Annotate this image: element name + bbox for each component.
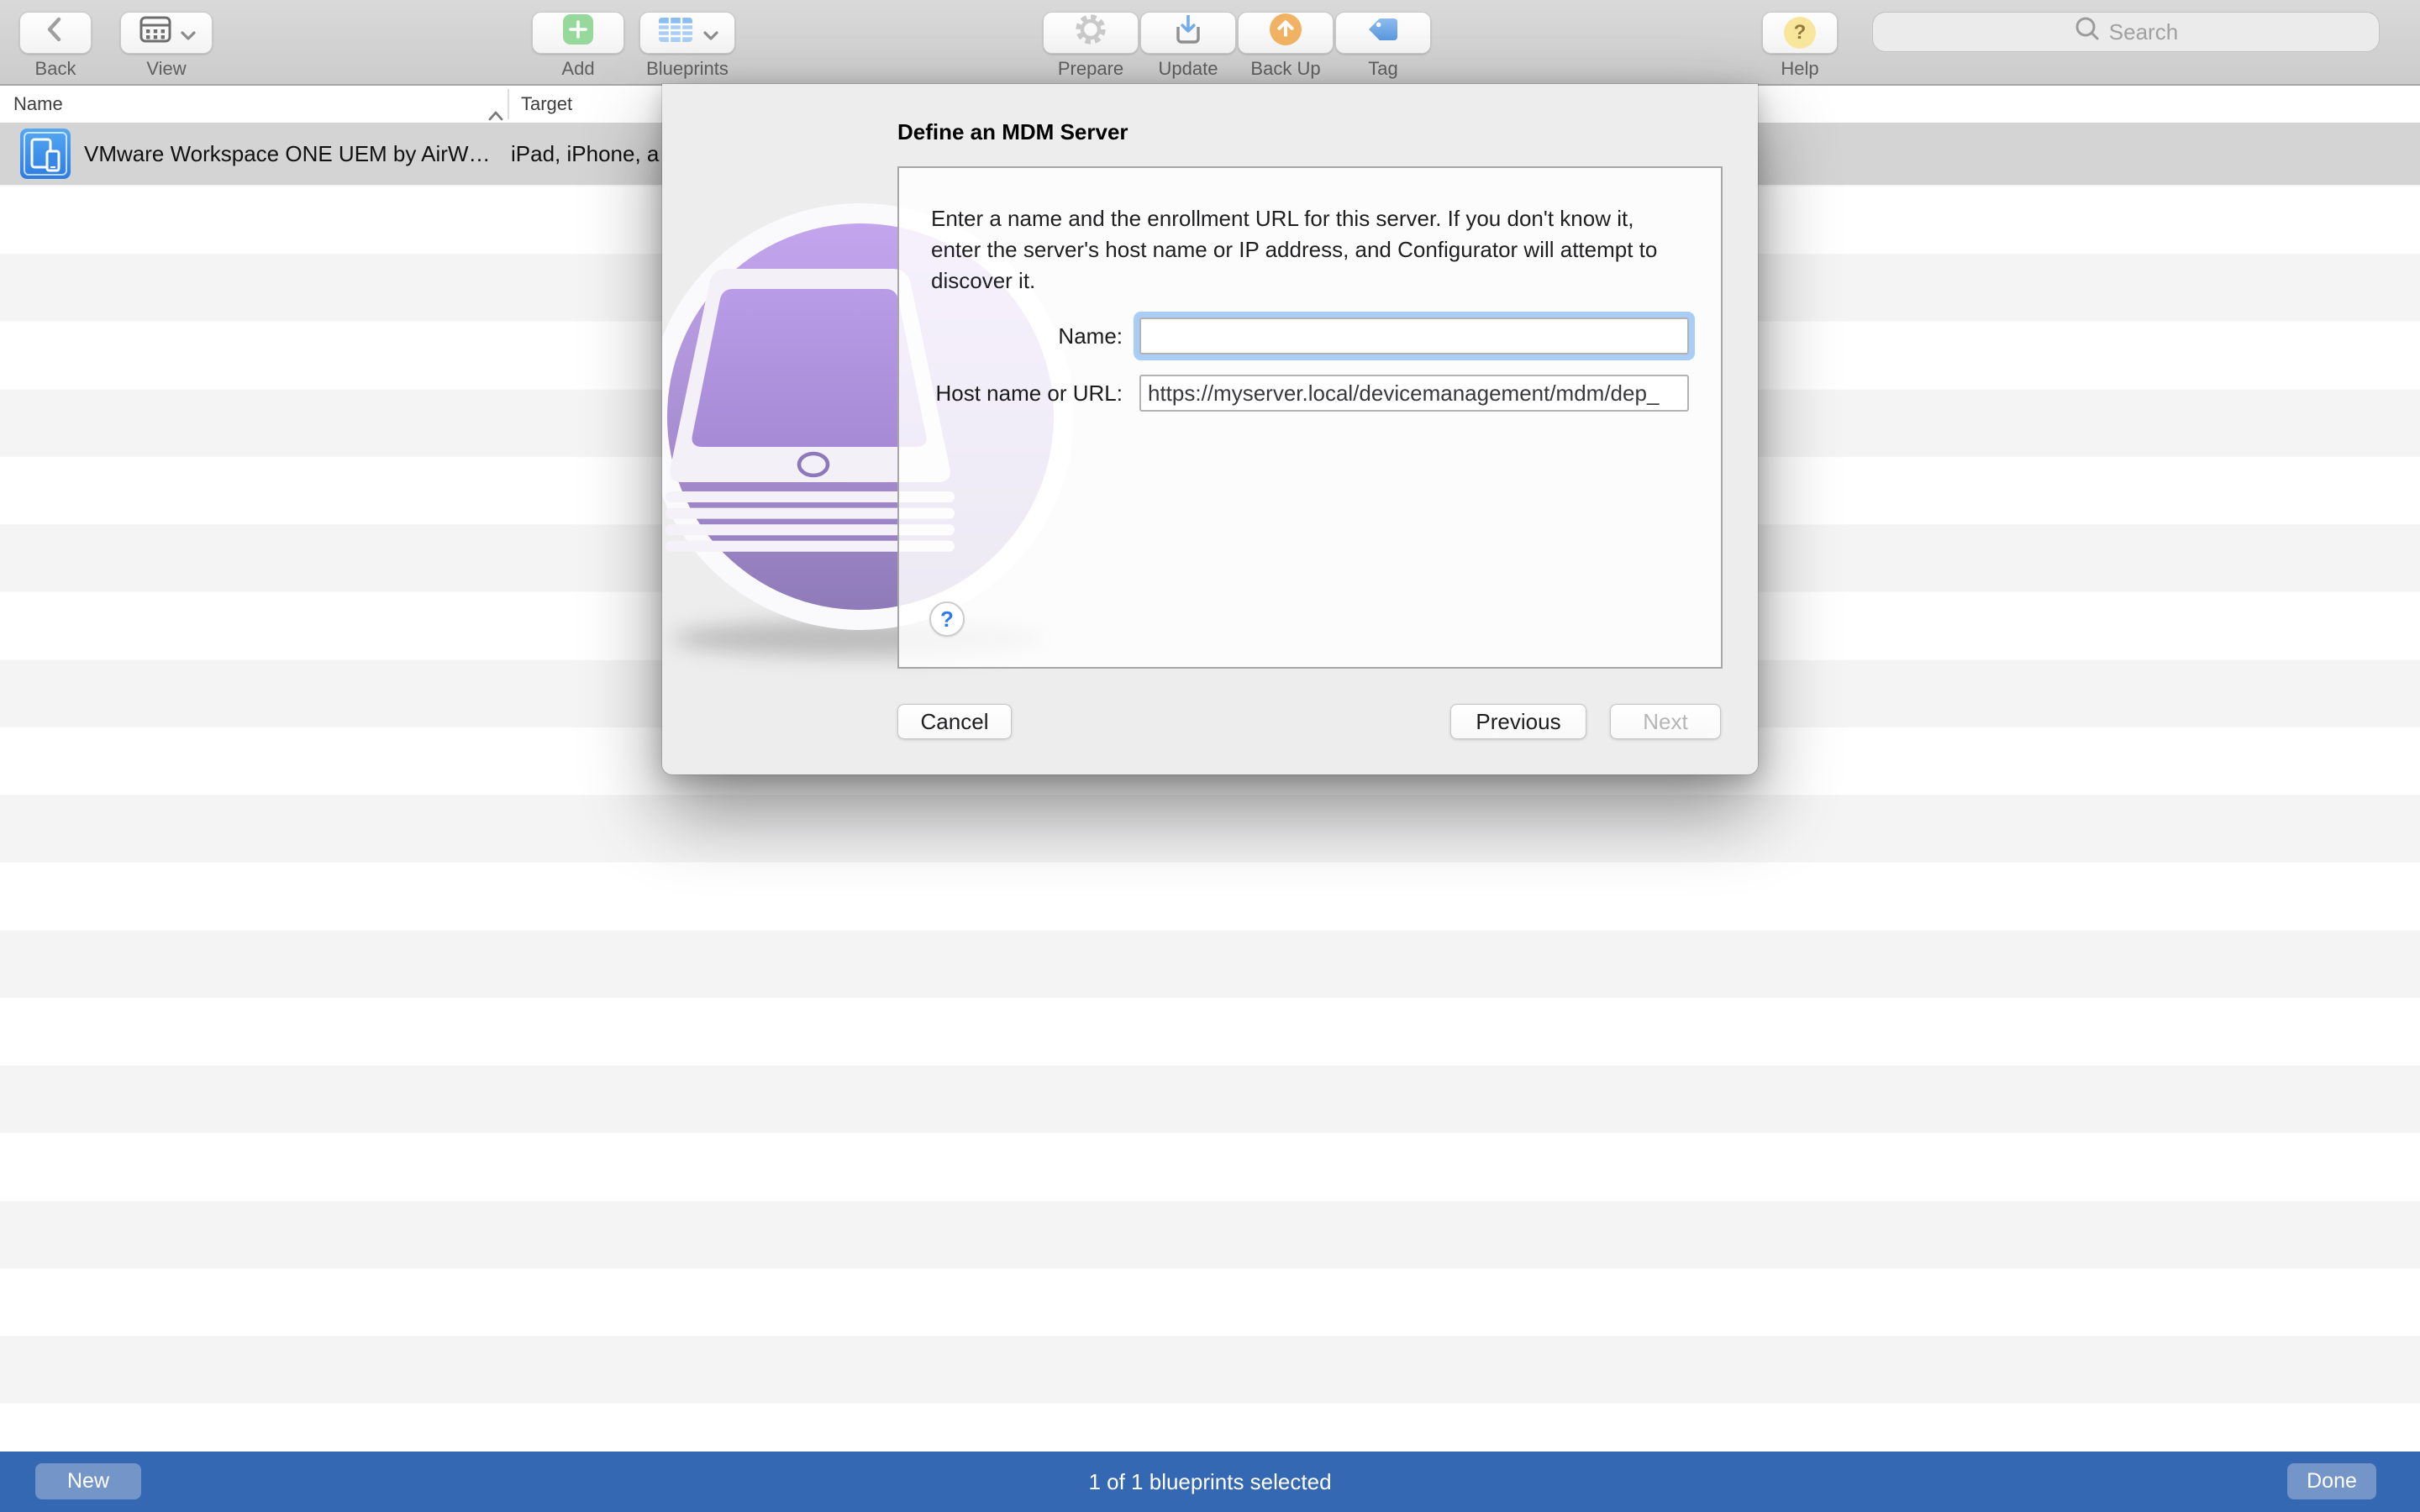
- upload-circle-icon: [1267, 11, 1304, 55]
- toolbar-item-help: ? Help: [1724, 12, 1876, 79]
- new-button[interactable]: New: [35, 1463, 141, 1499]
- back-button[interactable]: [19, 12, 92, 54]
- name-field[interactable]: [1139, 318, 1689, 354]
- tag-label: Tag: [1368, 58, 1398, 79]
- dialog-title: Define an MDM Server: [897, 119, 1128, 144]
- dialog-help-button[interactable]: ?: [929, 601, 965, 637]
- tag-button[interactable]: [1335, 12, 1431, 54]
- tag-icon: [1364, 11, 1402, 55]
- chevron-left-icon: [39, 13, 72, 53]
- blueprints-label: Blueprints: [646, 58, 729, 79]
- add-button[interactable]: [532, 12, 624, 54]
- done-button[interactable]: Done: [2287, 1463, 2376, 1499]
- add-icon: [560, 11, 597, 55]
- host-url-field[interactable]: https://myserver.local/devicemanagement/…: [1139, 375, 1689, 412]
- selection-status: 1 of 1 blueprints selected: [1088, 1469, 1332, 1494]
- footer-bar: 1 of 1 blueprints selected New Done: [0, 1452, 2420, 1512]
- chevron-down-icon: [702, 18, 719, 49]
- gear-icon: [1072, 11, 1109, 55]
- grid-view-icon: [136, 13, 173, 53]
- host-url-label: Host name or URL:: [935, 381, 1123, 406]
- search-icon: [2074, 15, 2101, 49]
- chevron-down-icon: [180, 18, 197, 49]
- column-header-target[interactable]: Target: [521, 86, 572, 123]
- app-window: Back View Add Blueprints Prepare Update …: [0, 0, 2420, 1512]
- dialog-instructions: Enter a name and the enrollment URL for …: [931, 206, 1658, 294]
- cancel-button[interactable]: Cancel: [897, 704, 1012, 739]
- download-box-icon: [1170, 11, 1207, 55]
- view-button[interactable]: [120, 12, 213, 54]
- question-mark-icon: ?: [1784, 17, 1816, 49]
- search-placeholder: Search: [2108, 18, 2179, 45]
- toolbar-item-blueprints: Blueprints: [612, 12, 763, 79]
- previous-button[interactable]: Previous: [1450, 704, 1586, 739]
- blueprints-button[interactable]: [639, 12, 735, 54]
- help-button[interactable]: ?: [1762, 12, 1838, 54]
- blueprint-target: iPad, iPhone, a: [511, 141, 660, 166]
- blueprint-devices-icon: [18, 127, 72, 181]
- search-input[interactable]: Search: [1872, 12, 2380, 52]
- blueprint-name: VMware Workspace ONE UEM by AirW…: [84, 141, 491, 166]
- help-label: Help: [1781, 58, 1819, 79]
- next-button[interactable]: Next: [1610, 704, 1721, 739]
- toolbar-item-tag: Tag: [1307, 12, 1459, 79]
- toolbar: Back View Add Blueprints Prepare Update …: [0, 0, 2420, 86]
- define-mdm-server-dialog: Define an MDM Server Enter a name and th…: [662, 84, 1758, 774]
- toolbar-item-view: View: [91, 12, 242, 79]
- column-header-name[interactable]: Name: [13, 86, 63, 123]
- blueprints-icon: [655, 13, 696, 53]
- name-label: Name:: [1058, 323, 1123, 349]
- view-label: View: [146, 58, 187, 79]
- column-divider[interactable]: [508, 89, 509, 119]
